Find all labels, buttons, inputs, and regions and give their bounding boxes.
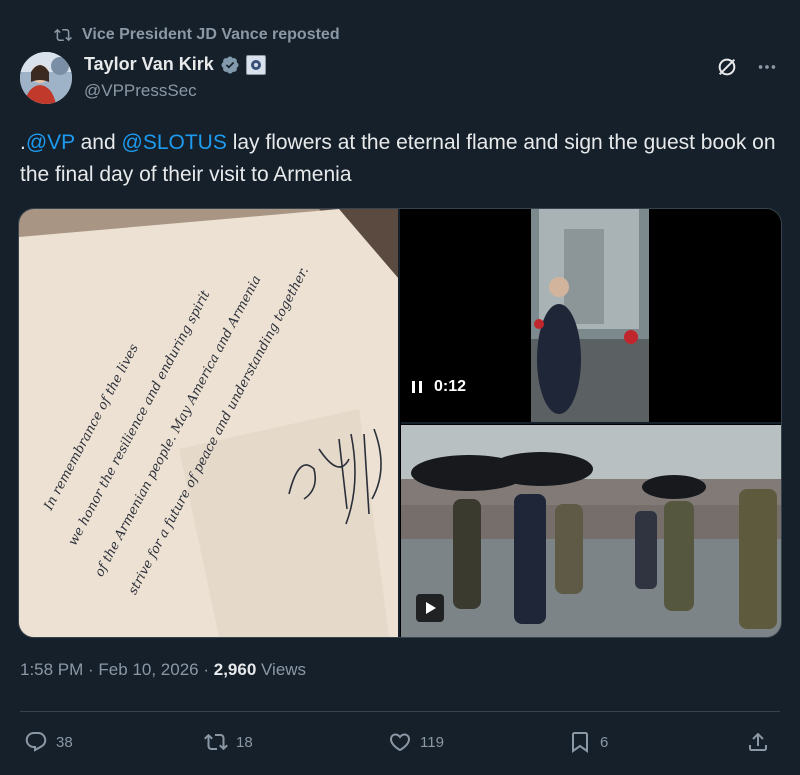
grok-icon[interactable] <box>716 56 738 78</box>
verified-badge-icon <box>221 55 239 74</box>
divider <box>20 711 780 712</box>
reply-button[interactable]: 38 <box>24 730 73 754</box>
video-timer[interactable]: 0:12 <box>410 378 466 396</box>
play-button[interactable] <box>416 594 444 622</box>
tweet-time[interactable]: 1:58 PM <box>20 660 83 679</box>
repost-label: Vice President JD Vance reposted <box>82 26 340 43</box>
guestbook-photo[interactable]: In remembrance of the lives we honor the… <box>19 209 399 637</box>
avatar[interactable] <box>20 52 72 104</box>
repost-count: 18 <box>236 733 253 751</box>
heart-icon <box>389 733 411 752</box>
mention-slotus[interactable]: @SLOTUS <box>122 131 227 154</box>
tweet-text: .@VP and @SLOTUS lay flowers at the eter… <box>20 131 776 186</box>
reply-count: 38 <box>56 733 73 751</box>
like-count: 119 <box>420 733 444 751</box>
pause-icon <box>412 381 422 393</box>
media-grid: In remembrance of the lives we honor the… <box>18 208 782 638</box>
like-button[interactable]: 119 <box>388 730 444 754</box>
repost-icon <box>54 28 72 42</box>
bookmark-count: 6 <box>600 733 609 751</box>
views-label: Views <box>256 660 307 679</box>
author-name[interactable]: Taylor Van Kirk <box>84 54 214 75</box>
mention-vp[interactable]: @VP <box>26 131 75 154</box>
share-button[interactable] <box>746 730 770 754</box>
tweet-meta: 1:58 PM · Feb 10, 2026 · 2,960 Views <box>20 660 307 679</box>
author-handle[interactable]: @VPPressSec <box>84 81 197 101</box>
avatar-image <box>20 52 72 104</box>
repost-button[interactable]: 18 <box>204 730 253 754</box>
share-icon <box>749 732 767 751</box>
bookmark-button[interactable]: 6 <box>568 730 608 754</box>
repost-icon <box>204 733 228 751</box>
repost-indicator[interactable]: Vice President JD Vance reposted <box>54 24 340 46</box>
more-options-icon[interactable] <box>756 56 778 78</box>
ceremony-video[interactable] <box>401 425 781 637</box>
bookmark-icon <box>572 732 588 753</box>
views-count: 2,960 <box>213 660 257 679</box>
tweet-date[interactable]: Feb 10, 2026 <box>98 660 198 679</box>
play-icon <box>426 602 436 614</box>
reply-icon <box>25 732 47 752</box>
affiliation-badge-icon[interactable] <box>245 54 266 75</box>
